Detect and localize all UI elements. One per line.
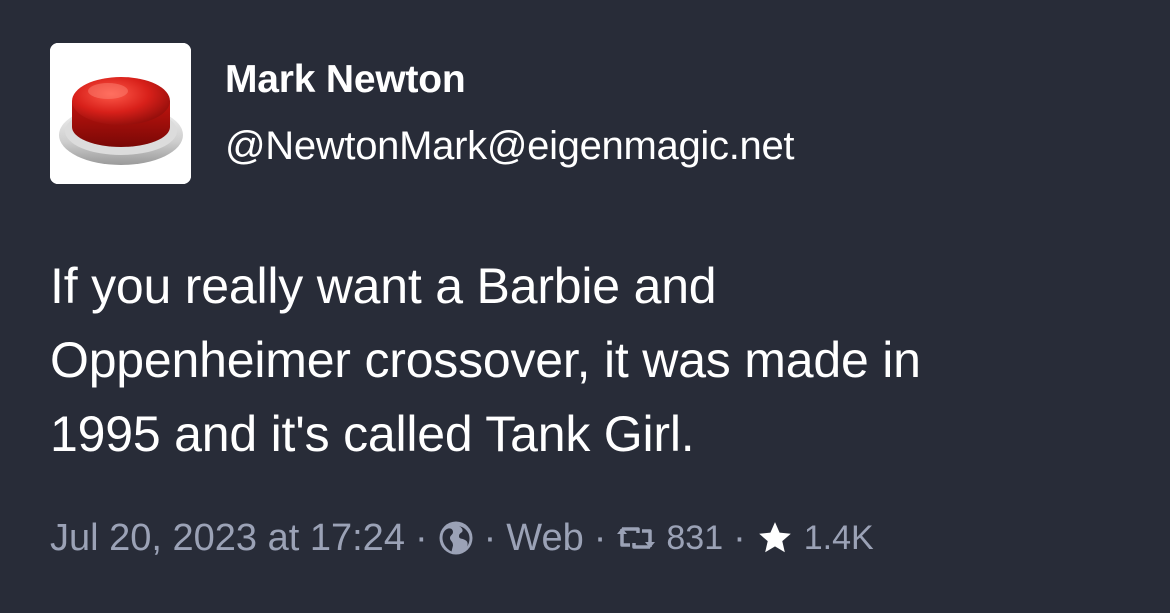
status-line: 1995 and it's called Tank Girl. — [50, 406, 695, 462]
star-icon[interactable] — [756, 519, 794, 557]
separator: · — [483, 516, 497, 559]
timestamp[interactable]: Jul 20, 2023 at 17:24 — [50, 517, 405, 560]
account-handle[interactable]: @NewtonMark@eigenmagic.net — [225, 124, 795, 169]
separator: · — [733, 516, 746, 559]
status-card: Mark Newton @NewtonMark@eigenmagic.net I… — [0, 0, 1170, 613]
status-line: If you really want a Barbie and — [50, 258, 717, 314]
reblog-count: 831 — [666, 518, 724, 557]
separator: · — [593, 516, 607, 559]
status-content: If you really want a Barbie and Oppenhei… — [50, 249, 1130, 471]
separator: · — [414, 516, 428, 559]
display-name[interactable]: Mark Newton — [225, 58, 466, 102]
status-meta: Jul 20, 2023 at 17:24 · · Web · 831 · 1.… — [50, 512, 874, 564]
status-line: Oppenheimer crossover, it was made in — [50, 332, 921, 388]
red-button-icon — [50, 43, 191, 184]
avatar[interactable] — [50, 43, 191, 184]
favourite-count: 1.4K — [803, 518, 874, 557]
globe-icon — [438, 520, 474, 556]
reblog-icon[interactable] — [616, 523, 656, 553]
application-name[interactable]: Web — [506, 517, 583, 560]
